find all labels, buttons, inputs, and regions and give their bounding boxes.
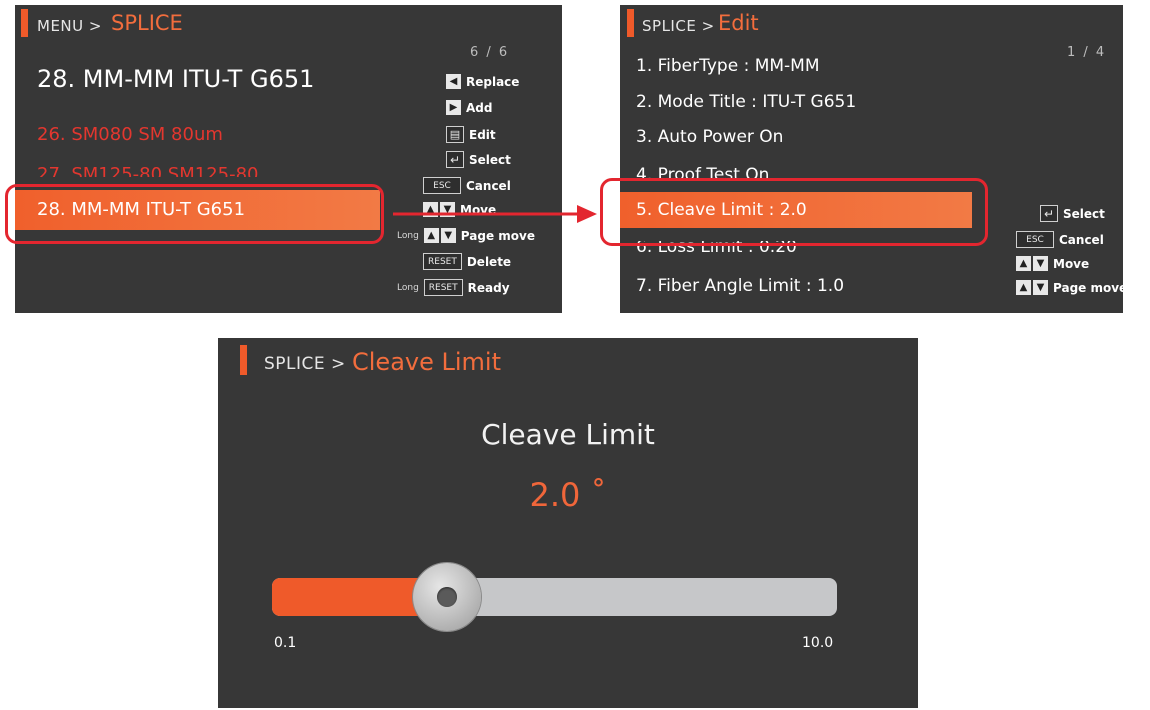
hint-page-move: Long ▲ ▼ Page move <box>397 228 535 243</box>
edit-item-auto-power[interactable]: 3. Auto Power On <box>636 127 783 147</box>
slider-max-label: 10.0 <box>802 635 834 651</box>
mode-item-27[interactable]: 27. SM125-80 SM125-80 <box>37 164 259 177</box>
cleave-limit-screen: SPLICE > Cleave Limit Cleave Limit 2.0 ˚… <box>218 338 918 708</box>
slider-knob-center <box>436 587 457 607</box>
current-mode-title: 28. MM-MM ITU-T G651 <box>37 65 315 93</box>
splice-edit-screen: SPLICE > Edit 1 / 4 1. FiberType : MM-MM… <box>620 5 1123 313</box>
hint-page-move: ▲ ▼ Page move <box>1016 280 1123 295</box>
up-down-key-icon: ▲ ▼ <box>1016 256 1048 271</box>
hint-label: Ready <box>467 280 510 295</box>
hint-add: ▶ Add <box>446 100 492 115</box>
hint-cancel: ESC Cancel <box>423 177 511 194</box>
header-accent-bar <box>627 9 634 37</box>
edit-key-icon: ▤ <box>446 126 464 143</box>
right-arrow-key-icon: ▶ <box>446 100 461 115</box>
setting-value: 2.0 ˚ <box>529 476 607 514</box>
reset-key-icon: RESET <box>423 279 463 296</box>
edit-item-mode-title[interactable]: 2. Mode Title : ITU-T G651 <box>636 92 856 112</box>
cleave-limit-slider[interactable] <box>272 563 837 631</box>
mode-item-27-clip: 27. SM125-80 SM125-80 <box>37 161 397 177</box>
hint-select: ↵ Select <box>1040 205 1105 222</box>
hint-edit: ▤ Edit <box>446 126 496 143</box>
edit-item-fiber-type[interactable]: 1. FiberType : MM-MM <box>636 56 820 76</box>
up-down-key-icon: ▲ ▼ <box>1016 280 1048 295</box>
hint-label: Delete <box>466 254 512 269</box>
hint-label: Cancel <box>466 178 511 193</box>
edit-item-fiber-angle-limit[interactable]: 7. Fiber Angle Limit : 1.0 <box>636 276 844 296</box>
esc-key-icon: ESC <box>423 177 461 194</box>
hint-label: Cancel <box>1059 232 1104 247</box>
hint-select: ↵ Select <box>446 151 511 168</box>
hint-move: ▲ ▼ Move <box>1016 256 1089 271</box>
hint-label: Replace <box>466 74 520 89</box>
hint-label: Page move <box>460 228 535 243</box>
hint-replace: ◀ Replace <box>446 74 519 89</box>
hint-label: Select <box>1063 206 1105 221</box>
hint-label: Add <box>466 100 493 115</box>
slider-min-label: 0.1 <box>274 635 297 651</box>
header-accent-bar <box>21 9 28 37</box>
hint-label: Edit <box>469 127 496 142</box>
hint-label: Select <box>469 152 511 167</box>
header-accent-bar <box>240 345 247 375</box>
esc-key-icon: ESC <box>1016 231 1054 248</box>
long-press-label: Long <box>397 230 419 241</box>
hint-delete: RESET Delete <box>423 253 511 270</box>
up-down-key-icon: ▲ ▼ <box>423 228 456 243</box>
long-press-label: Long <box>397 282 419 293</box>
transition-arrow-icon <box>393 205 597 223</box>
left-arrow-key-icon: ◀ <box>446 74 461 89</box>
reset-key-icon: RESET <box>423 253 462 270</box>
page-indicator: 6 / 6 <box>470 45 510 60</box>
hint-label: Move <box>1053 256 1090 271</box>
slider-knob[interactable] <box>412 563 481 631</box>
breadcrumb-current: Cleave Limit <box>352 348 501 376</box>
page-indicator: 1 / 4 <box>1067 45 1107 60</box>
hint-ready: Long RESET Ready <box>397 279 510 296</box>
splice-menu-screen: MENU > SPLICE 6 / 6 28. MM-MM ITU-T G651… <box>15 5 562 313</box>
hint-label: Page move <box>1053 280 1123 295</box>
breadcrumb-parent: MENU > <box>37 17 102 35</box>
breadcrumb-current: Edit <box>718 11 759 35</box>
highlight-box-mode-28 <box>5 184 384 244</box>
breadcrumb-parent: SPLICE > <box>642 17 715 35</box>
mode-item-26[interactable]: 26. SM080 SM 80um <box>37 124 223 145</box>
breadcrumb-current: SPLICE <box>111 11 183 35</box>
hint-cancel: ESC Cancel <box>1016 231 1104 248</box>
enter-key-icon: ↵ <box>1040 205 1058 222</box>
enter-key-icon: ↵ <box>446 151 464 168</box>
highlight-box-cleave-limit <box>600 178 988 246</box>
setting-title: Cleave Limit <box>481 418 655 451</box>
breadcrumb-parent: SPLICE > <box>264 354 346 374</box>
